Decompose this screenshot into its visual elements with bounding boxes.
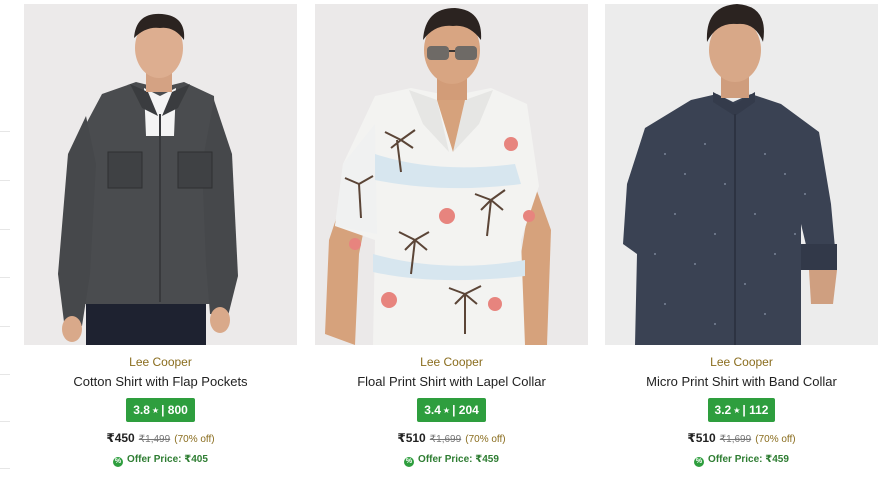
star-icon: ★ (733, 406, 741, 415)
rating-value: 3.8 (133, 403, 150, 417)
product-grid: Lee Cooper Cotton Shirt with Flap Pocket… (0, 0, 888, 479)
product-image[interactable] (315, 4, 588, 345)
star-icon: ★ (151, 406, 160, 415)
offer-price-row: % Offer Price: ₹459 (605, 454, 878, 467)
product-card[interactable]: Lee Cooper Floal Print Shirt with Lapel … (315, 4, 588, 467)
price-row: ₹510 ₹1,699 (70% off) (605, 431, 878, 447)
product-title[interactable]: Floal Print Shirt with Lapel Collar (315, 374, 588, 390)
offer-price: Offer Price: ₹459 (708, 454, 789, 465)
rating-count: 800 (167, 403, 188, 417)
product-image[interactable] (24, 4, 297, 345)
discount-label: (70% off) (465, 434, 506, 445)
product-photo (605, 4, 878, 345)
product-card[interactable]: Lee Cooper Cotton Shirt with Flap Pocket… (24, 4, 297, 467)
product-card[interactable]: Lee Cooper Micro Print Shirt with Band C… (605, 4, 878, 467)
rating-count: 112 (749, 403, 769, 417)
selling-price: ₹510 (397, 431, 426, 445)
product-brand[interactable]: Lee Cooper (24, 355, 297, 369)
rating-badge: 3.2 ★ | 112 (707, 398, 776, 422)
original-price: ₹1,499 (138, 434, 171, 445)
offer-price: Offer Price: ₹459 (418, 454, 499, 465)
discount-label: (70% off) (174, 434, 215, 445)
selling-price: ₹450 (106, 431, 135, 445)
product-photo (24, 4, 297, 345)
product-title[interactable]: Cotton Shirt with Flap Pockets (24, 374, 297, 390)
rating-count: 204 (458, 403, 479, 417)
product-image[interactable] (605, 4, 878, 345)
original-price: ₹1,699 (719, 434, 752, 445)
discount-label: (70% off) (755, 434, 796, 445)
selling-price: ₹510 (687, 431, 716, 445)
offer-tag-icon: % (694, 457, 705, 467)
rating-value: 3.4 (424, 403, 441, 417)
rating-badge: 3.8 ★ | 800 (126, 398, 195, 422)
price-row: ₹510 ₹1,699 (70% off) (315, 431, 588, 447)
original-price: ₹1,699 (429, 434, 462, 445)
product-brand[interactable]: Lee Cooper (605, 355, 878, 369)
rating-value: 3.2 (714, 403, 732, 417)
product-brand[interactable]: Lee Cooper (315, 355, 588, 369)
offer-tag-icon: % (113, 457, 124, 467)
offer-tag-icon: % (404, 457, 415, 467)
product-title[interactable]: Micro Print Shirt with Band Collar (605, 374, 878, 390)
offer-price-row: % Offer Price: ₹405 (24, 454, 297, 467)
star-icon: ★ (442, 406, 451, 415)
price-row: ₹450 ₹1,499 (70% off) (24, 431, 297, 447)
offer-price-row: % Offer Price: ₹459 (315, 454, 588, 467)
offer-price: Offer Price: ₹405 (127, 454, 208, 465)
product-photo (315, 4, 588, 345)
rating-badge: 3.4 ★ | 204 (417, 398, 486, 422)
